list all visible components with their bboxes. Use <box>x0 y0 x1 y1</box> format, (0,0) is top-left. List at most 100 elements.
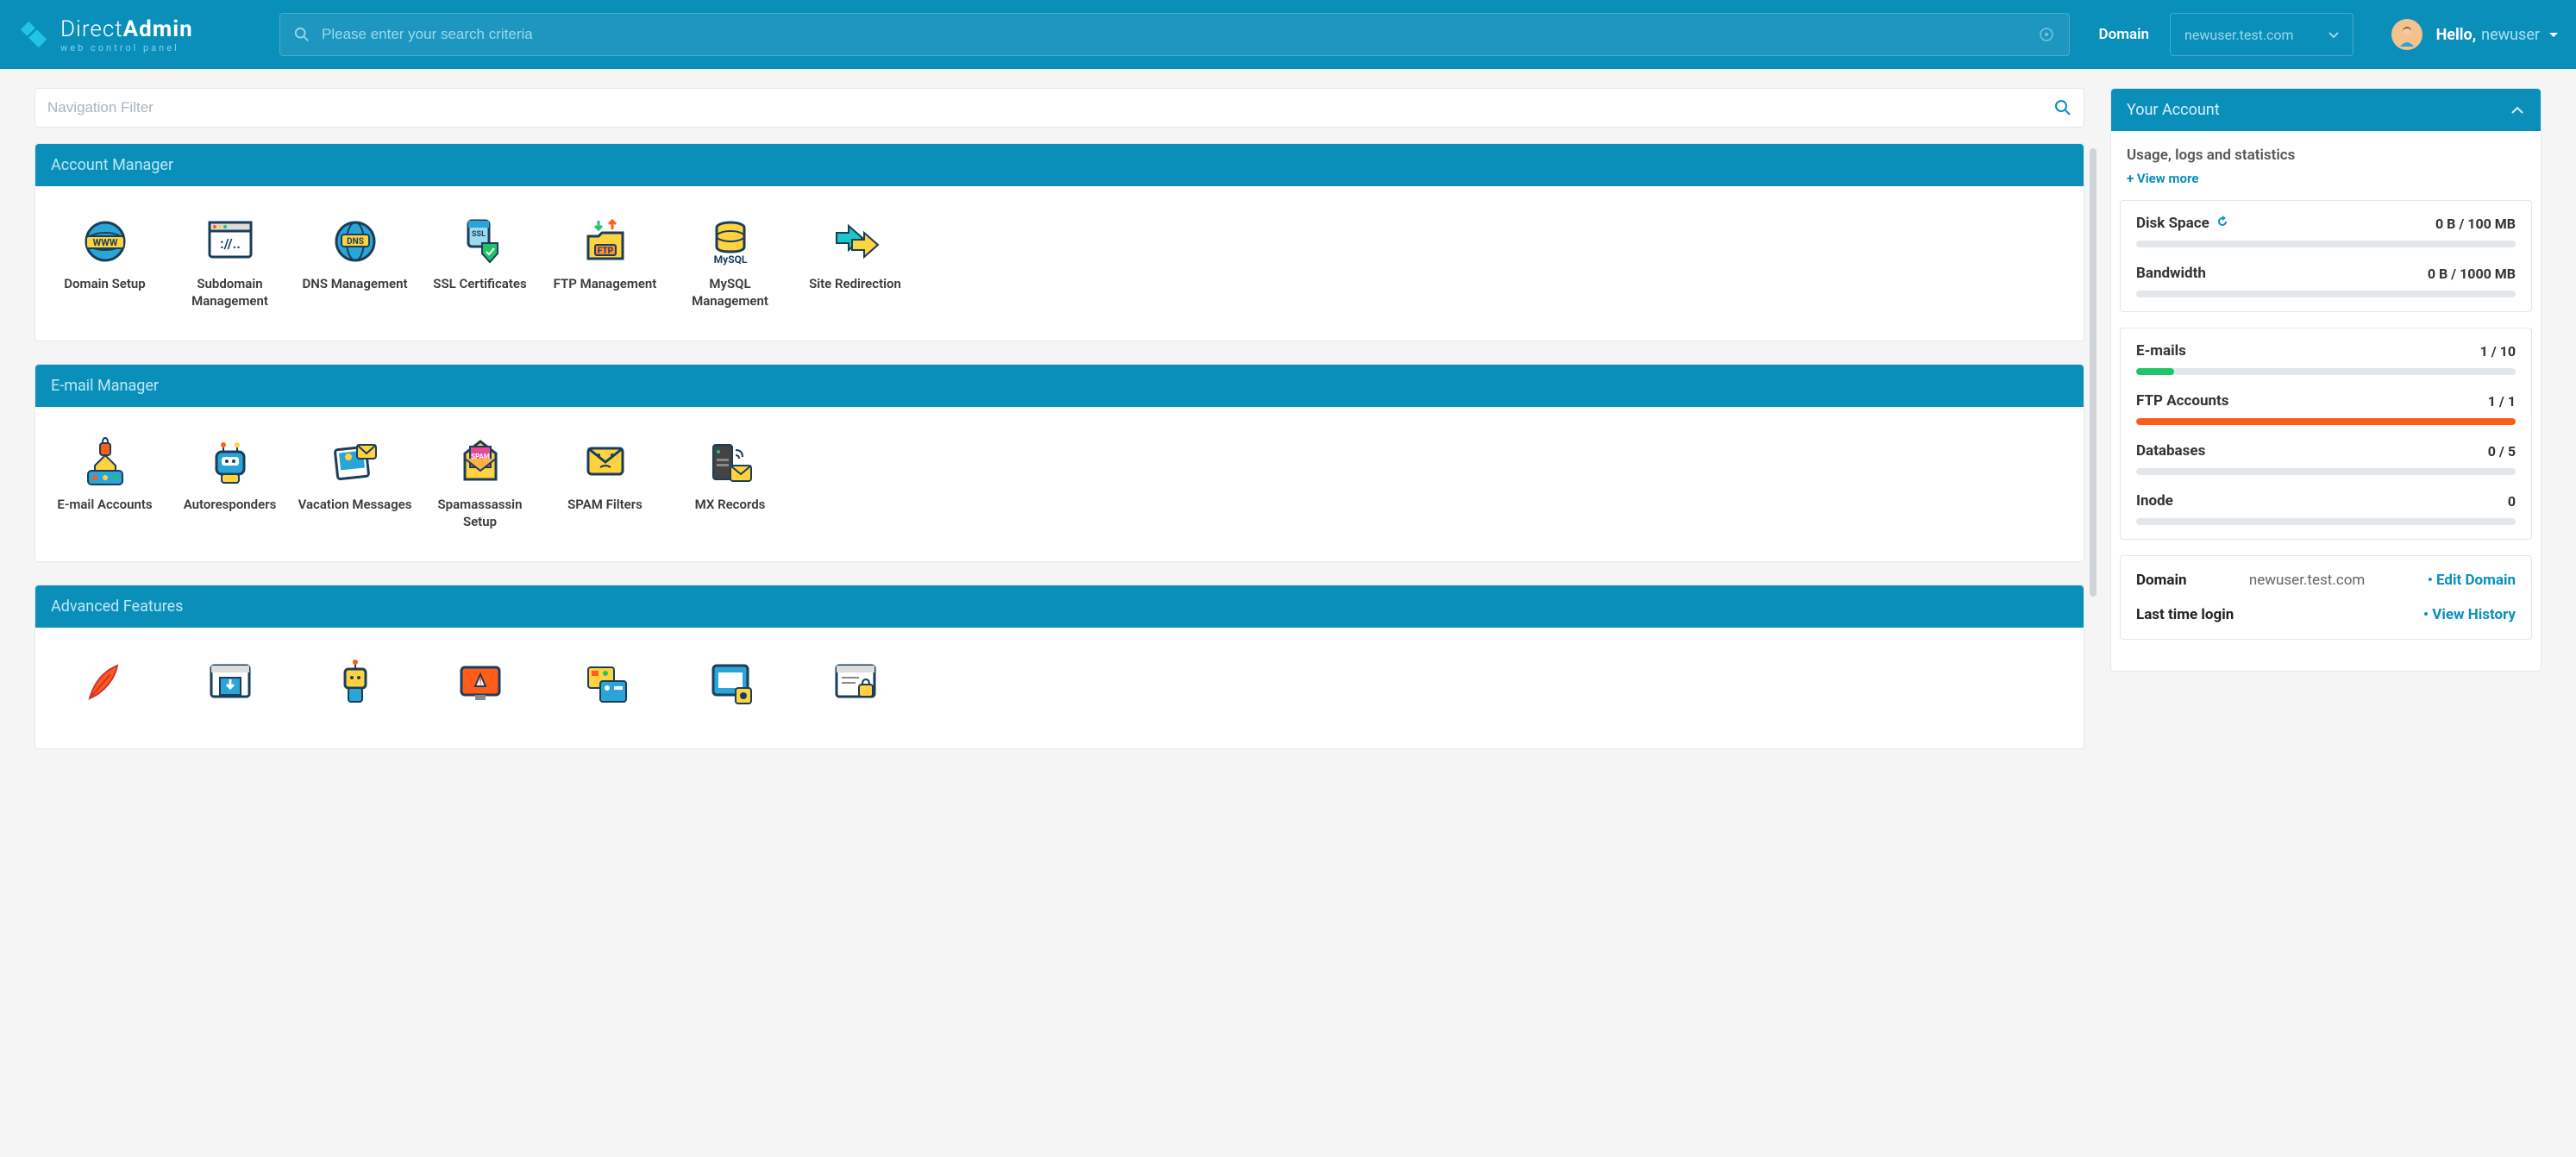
section-header: Advanced Features <box>35 585 2084 628</box>
stat-databases: Databases0 / 5 <box>2136 442 2516 475</box>
tile-mime-card[interactable] <box>542 648 668 735</box>
tile-ftp-management[interactable]: FTP FTP Management <box>542 207 668 327</box>
tile-handlers[interactable] <box>668 648 793 735</box>
error-screen-icon: ! <box>454 657 506 709</box>
globe-dns-icon: DNS <box>329 216 381 267</box>
stat-disk-space: Disk Space0 B / 100 MB <box>2136 215 2516 247</box>
spam-envelope-icon: SPAM <box>454 436 506 488</box>
brand-chevrons-icon <box>17 18 50 51</box>
tile-label: Vacation Messages <box>296 497 414 514</box>
svg-text:!: ! <box>479 675 481 687</box>
chevron-down-icon <box>2328 29 2339 40</box>
svg-text:DNS: DNS <box>347 237 364 247</box>
tile-subdomain-management[interactable]: ://.. Subdomain Management <box>167 207 292 327</box>
section-header: Account Manager <box>35 144 2084 186</box>
tile-vacation-messages[interactable]: Vacation Messages <box>292 428 417 547</box>
tile-protect-lock[interactable] <box>793 648 918 735</box>
brand-subtitle: web control panel <box>60 42 193 53</box>
progress-bar <box>2136 291 2516 297</box>
stats-group-accounts: E-mails1 / 10FTP Accounts1 / 1Databases0… <box>2120 328 2532 540</box>
navigation-filter-input[interactable] <box>47 99 2054 116</box>
tile-label: Subdomain Management <box>171 276 289 310</box>
tile-feather[interactable] <box>42 648 167 735</box>
your-account-header[interactable]: Your Account <box>2111 89 2541 131</box>
stat-value: 0 B / 1000 MB <box>2428 266 2516 282</box>
tile-label: SSL Certificates <box>421 276 539 293</box>
tile-site-redirection[interactable]: Site Redirection <box>793 207 918 327</box>
stats-group-storage: Disk Space0 B / 100 MB Bandwidth0 B / 100… <box>2120 200 2532 312</box>
cron-robot-icon <box>329 657 381 709</box>
tile-install-box[interactable] <box>167 648 292 735</box>
svg-text:://..: ://.. <box>220 235 241 252</box>
domain-select[interactable]: newuser.test.com <box>2170 13 2353 56</box>
mail-lock-icon <box>79 436 131 488</box>
tile-label: FTP Management <box>546 276 664 293</box>
tile-label: Autoresponders <box>171 497 289 514</box>
domain-selected-value: newuser.test.com <box>2184 27 2294 43</box>
section-advanced-features: Advanced Features! <box>34 585 2084 749</box>
stat-value: 0 <box>2508 493 2516 510</box>
avatar <box>2391 19 2422 50</box>
handlers-icon <box>705 657 756 709</box>
tile-grid: E-mail AccountsAutoresponders Vacation Me… <box>35 407 2084 561</box>
info-link[interactable]: • View History <box>2423 606 2516 623</box>
search-icon <box>294 27 310 42</box>
info-row-domain: Domainnewuser.test.com• Edit Domain <box>2121 563 2531 597</box>
target-icon[interactable] <box>2038 26 2055 43</box>
user-menu[interactable]: Hello, newuser <box>2391 19 2559 50</box>
domain-label: Domain <box>2099 26 2150 43</box>
tile-label: MySQL Management <box>671 276 789 310</box>
tile-mysql-management[interactable]: MySQL MySQL Management <box>668 207 793 327</box>
progress-bar <box>2136 241 2516 247</box>
tile-label: DNS Management <box>296 276 414 293</box>
stat-value: 1 / 10 <box>2480 343 2516 360</box>
svg-text:SSL: SSL <box>472 230 486 239</box>
progress-bar <box>2136 418 2516 425</box>
global-search[interactable] <box>279 13 2070 56</box>
tile-dns-management[interactable]: DNS DNS Management <box>292 207 417 327</box>
search-input[interactable] <box>322 26 2026 43</box>
stat-name: Inode <box>2136 492 2173 510</box>
tile-autoresponders[interactable]: Autoresponders <box>167 428 292 547</box>
tile-label: Domain Setup <box>46 276 164 293</box>
ssl-shield-icon: SSL <box>454 216 506 267</box>
main-column: Account Manager WWWDomain Setup ://.. Subdo… <box>34 88 2084 772</box>
install-box-icon <box>204 657 256 709</box>
browser-code-icon: ://.. <box>204 216 256 267</box>
tile-grid: WWWDomain Setup ://.. Subdomain Management… <box>35 186 2084 341</box>
tile-e-mail-accounts[interactable]: E-mail Accounts <box>42 428 167 547</box>
stat-name: Disk Space <box>2136 215 2228 232</box>
your-account-title: Your Account <box>2127 101 2220 119</box>
info-link[interactable]: • Edit Domain <box>2428 572 2516 589</box>
search-icon[interactable] <box>2054 99 2071 116</box>
stat-name: E-mails <box>2136 342 2186 360</box>
brand-logo[interactable]: DirectAdmin web control panel <box>17 16 259 53</box>
tile-mx-records[interactable]: MX Records <box>668 428 793 547</box>
info-key: Last time login <box>2136 606 2234 623</box>
tile-grid: ! <box>35 628 2084 748</box>
chevron-up-icon[interactable] <box>2510 103 2525 118</box>
greeting: Hello, newuser <box>2436 26 2559 44</box>
refresh-icon[interactable] <box>2216 216 2228 228</box>
view-more-link[interactable]: + View more <box>2116 171 2535 200</box>
tile-domain-setup[interactable]: WWWDomain Setup <box>42 207 167 327</box>
protect-lock-icon <box>830 657 881 709</box>
header-bar: DirectAdmin web control panel Domain new… <box>0 0 2576 69</box>
tile-error-screen[interactable]: ! <box>417 648 542 735</box>
your-account-panel: Your Account Usage, logs and statistics … <box>2110 88 2542 672</box>
mysql-db-icon: MySQL <box>705 216 756 267</box>
tile-ssl-certificates[interactable]: SSL SSL Certificates <box>417 207 542 327</box>
svg-text:FTP: FTP <box>597 247 613 256</box>
tile-label: Site Redirection <box>796 276 914 293</box>
tile-spam-filters[interactable]: SPAM Filters <box>542 428 668 547</box>
scrollbar[interactable] <box>2090 148 2097 597</box>
tile-cron-robot[interactable] <box>292 648 417 735</box>
side-column: Your Account Usage, logs and statistics … <box>2110 88 2542 691</box>
chevron-down-icon[interactable] <box>2548 29 2559 40</box>
stat-value: 1 / 1 <box>2488 393 2516 410</box>
info-value: newuser.test.com <box>2249 572 2365 589</box>
stat-bandwidth: Bandwidth0 B / 1000 MB <box>2136 265 2516 297</box>
tile-spamassassin-setup[interactable]: SPAMSpamassassin Setup <box>417 428 542 547</box>
navigation-filter[interactable] <box>34 88 2084 128</box>
stat-name: Databases <box>2136 442 2205 460</box>
